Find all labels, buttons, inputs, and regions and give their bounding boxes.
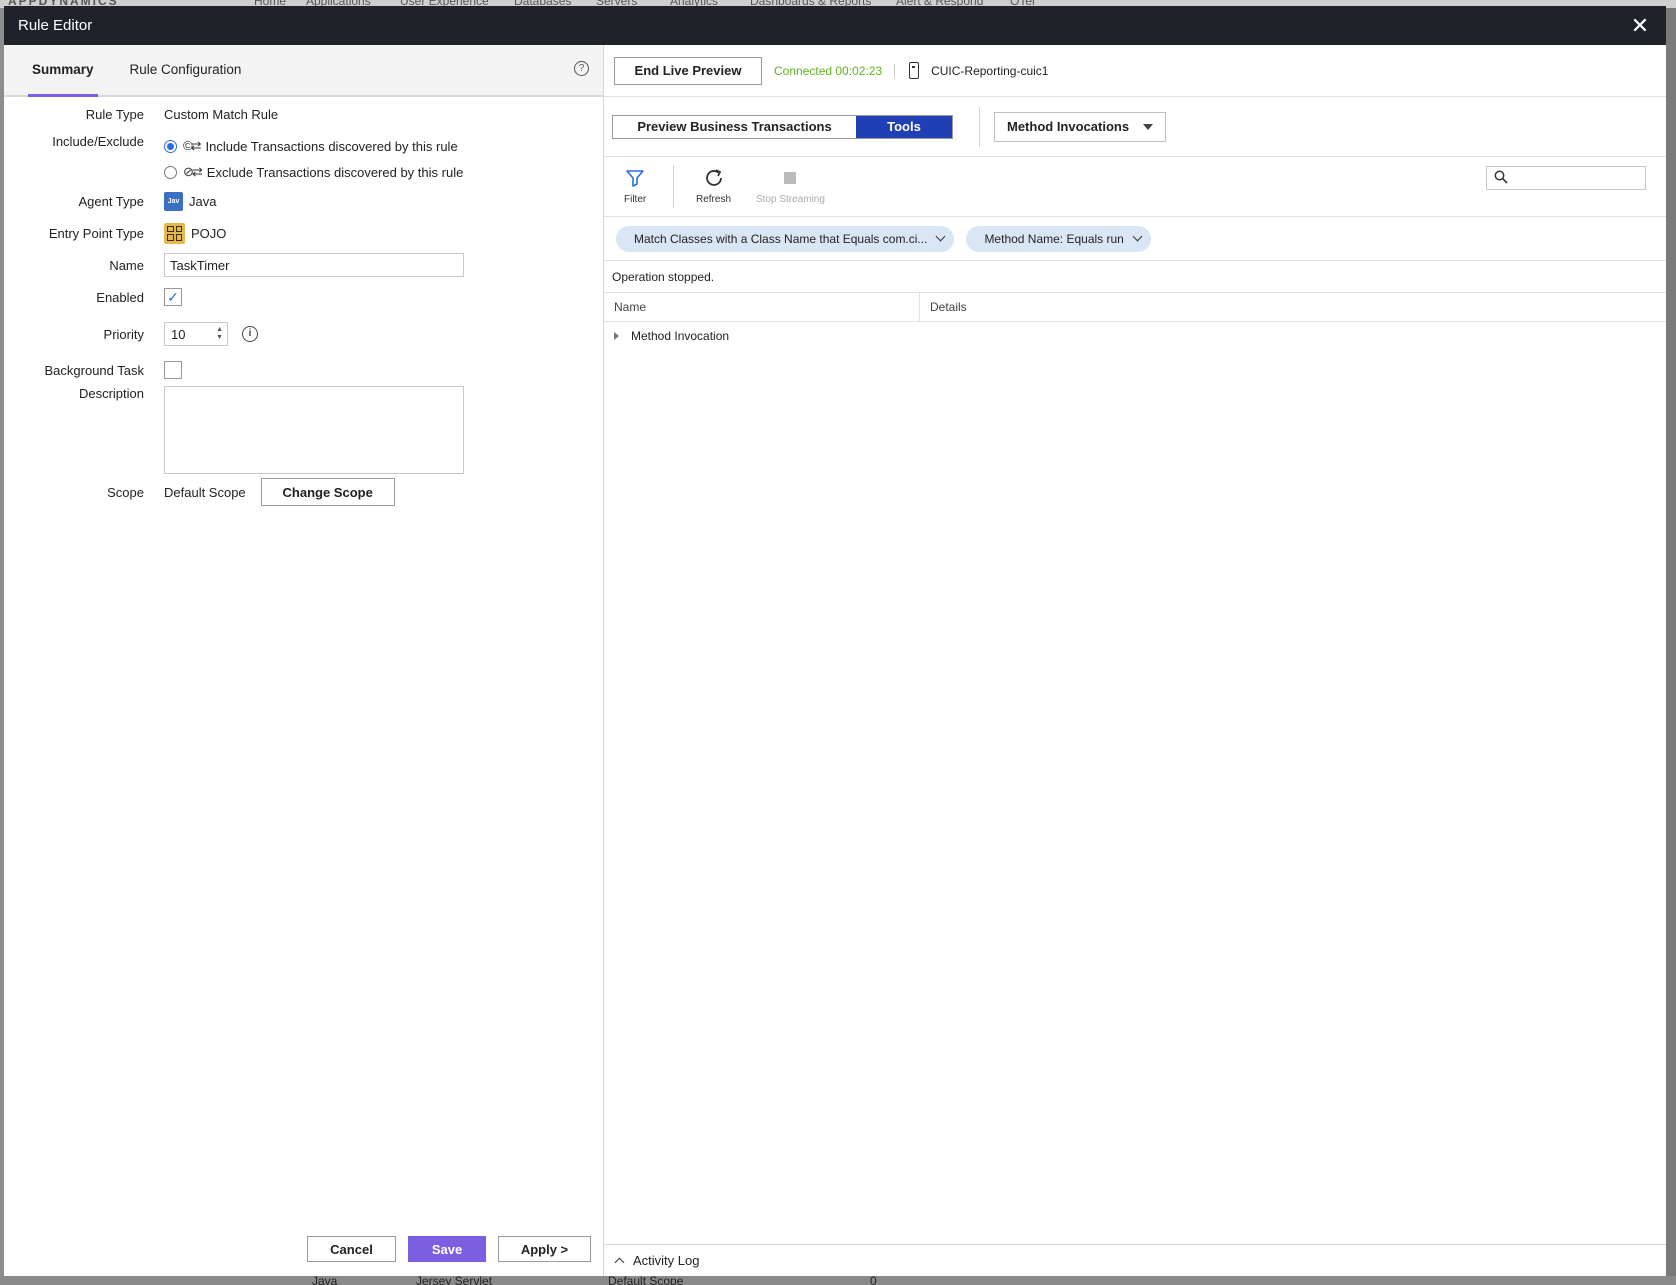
divider — [979, 106, 980, 147]
caret-down-icon — [1143, 123, 1153, 130]
include-option[interactable]: ©⇄ Include Transactions discovered by th… — [164, 134, 458, 158]
rule-type-label: Rule Type — [85, 107, 144, 122]
info-icon[interactable]: i — [242, 326, 258, 342]
save-button[interactable]: Save — [408, 1236, 486, 1262]
cancel-button[interactable]: Cancel — [307, 1236, 396, 1262]
rule-editor-modal: Rule Editor ✕ Summary Rule Configuration… — [4, 6, 1666, 1276]
enabled-label: Enabled — [96, 289, 144, 305]
node-name: CUIC-Reporting-cuic1 — [931, 63, 1049, 78]
description-textarea[interactable] — [164, 386, 464, 474]
include-label: Include Transactions discovered by this … — [205, 138, 458, 154]
column-name[interactable]: Name — [604, 293, 920, 321]
description-label: Description — [78, 386, 144, 401]
help-icon[interactable]: ? — [574, 61, 589, 76]
name-label: Name — [109, 257, 144, 273]
priority-stepper[interactable]: 10 ▲ ▼ — [164, 322, 228, 346]
node-indicator: CUIC-Reporting-cuic1 — [909, 62, 1048, 79]
background-cell: Default Scope — [608, 1276, 684, 1285]
entry-point-type-label: Entry Point Type — [48, 225, 144, 241]
enabled-checkbox[interactable]: ✓ — [164, 288, 182, 306]
refresh-button[interactable]: Refresh — [696, 167, 731, 205]
dropdown-value: Method Invocations — [1007, 119, 1130, 134]
include-transactions-icon: ©⇄ — [183, 138, 202, 153]
background-table-row: Java Jersey Servlet Default Scope 0 — [0, 1276, 1676, 1285]
editor-tabs: Summary Rule Configuration ? — [4, 45, 603, 97]
pojo-icon — [164, 222, 185, 244]
search-icon — [1494, 170, 1508, 187]
background-cell: Jersey Servlet — [416, 1276, 493, 1285]
include-exclude-label: Include/Exclude — [52, 134, 144, 149]
agent-type-value: Java — [189, 193, 217, 209]
tab-rule-configuration[interactable]: Rule Configuration — [126, 43, 246, 95]
table-header: Name Details — [604, 293, 1666, 322]
filter-icon — [625, 167, 645, 189]
connection-status: Connected 00:02:23 — [774, 63, 896, 78]
background-cell: 0 — [870, 1276, 877, 1285]
chevron-down-icon — [935, 231, 946, 242]
java-icon: Jav — [164, 191, 183, 211]
modal-title: Rule Editor — [18, 17, 93, 34]
exclude-label: Exclude Transactions discovered by this … — [206, 164, 464, 180]
priority-label: Priority — [103, 326, 144, 342]
filter-button[interactable]: Filter — [624, 167, 646, 205]
priority-value: 10 — [171, 326, 186, 342]
include-radio[interactable] — [164, 139, 177, 153]
refresh-label: Refresh — [696, 194, 732, 205]
activity-log-toggle[interactable]: Activity Log — [604, 1244, 1666, 1276]
exclude-radio[interactable] — [164, 165, 177, 179]
operation-status: Operation stopped. — [604, 261, 1666, 293]
background-task-checkbox[interactable] — [164, 361, 182, 379]
tools-toolbar: Filter Refresh Stop Streaming — [604, 157, 1666, 217]
exclude-transactions-icon: ⊘⇄ — [183, 164, 203, 179]
toolbar-divider — [673, 165, 674, 207]
method-invocations-dropdown[interactable]: Method Invocations — [994, 111, 1166, 142]
row-name: Method Invocation — [631, 329, 730, 343]
exclude-option[interactable]: ⊘⇄ Exclude Transactions discovered by th… — [164, 160, 463, 184]
close-icon[interactable]: ✕ — [1628, 14, 1652, 37]
tab-summary[interactable]: Summary — [28, 45, 98, 97]
stop-streaming-button[interactable]: Stop Streaming — [756, 167, 825, 205]
preview-business-transactions-tab[interactable]: Preview Business Transactions — [613, 115, 856, 138]
refresh-icon — [703, 167, 725, 189]
end-live-preview-button[interactable]: End Live Preview — [614, 56, 762, 85]
mode-bar: Preview Business Transactions Tools Meth… — [604, 97, 1666, 157]
rule-type-value: Custom Match Rule — [164, 107, 279, 122]
table-row[interactable]: Method Invocation — [604, 322, 1666, 350]
live-preview-bar: End Live Preview Connected 00:02:23 CUIC… — [604, 45, 1666, 97]
apply-button[interactable]: Apply > — [498, 1236, 591, 1262]
chip-label: Method Name: Equals run — [984, 231, 1124, 246]
stop-icon — [783, 167, 797, 189]
chevron-up-icon — [614, 1257, 625, 1268]
chip-label: Match Classes with a Class Name that Equ… — [634, 231, 928, 246]
filter-chips: Match Classes with a Class Name that Equ… — [604, 217, 1666, 261]
agent-type-label: Agent Type — [78, 193, 144, 209]
expand-triangle-icon[interactable] — [614, 332, 619, 340]
summary-pane: Summary Rule Configuration ? Rule Type C… — [4, 45, 604, 1276]
scope-value: Default Scope — [164, 484, 246, 500]
change-scope-button[interactable]: Change Scope — [260, 478, 395, 506]
scope-label: Scope — [107, 484, 144, 500]
live-preview-pane: End Live Preview Connected 00:02:23 CUIC… — [604, 45, 1666, 1276]
activity-log-label: Activity Log — [633, 1253, 700, 1268]
mode-segmented-control: Preview Business Transactions Tools — [612, 114, 953, 139]
search-input[interactable] — [1486, 166, 1646, 190]
modal-header: Rule Editor ✕ — [4, 6, 1666, 45]
entry-point-type-value: POJO — [191, 225, 227, 241]
stepper-arrows-icon[interactable]: ▲ ▼ — [216, 326, 223, 342]
chevron-down-icon — [1132, 231, 1143, 242]
filter-chip-class-name[interactable]: Match Classes with a Class Name that Equ… — [616, 225, 955, 252]
filter-chip-method-name[interactable]: Method Name: Equals run — [966, 225, 1151, 252]
background-cell: Java — [312, 1276, 338, 1285]
tools-tab[interactable]: Tools — [856, 115, 952, 138]
name-input[interactable]: TaskTimer — [164, 253, 464, 277]
column-details[interactable]: Details — [920, 300, 967, 314]
stop-streaming-label: Stop Streaming — [756, 194, 825, 205]
filter-label: Filter — [624, 194, 647, 205]
footer-actions: Cancel Save Apply > — [307, 1236, 591, 1262]
background-task-label: Background Task — [44, 362, 145, 378]
server-node-icon — [909, 62, 920, 79]
